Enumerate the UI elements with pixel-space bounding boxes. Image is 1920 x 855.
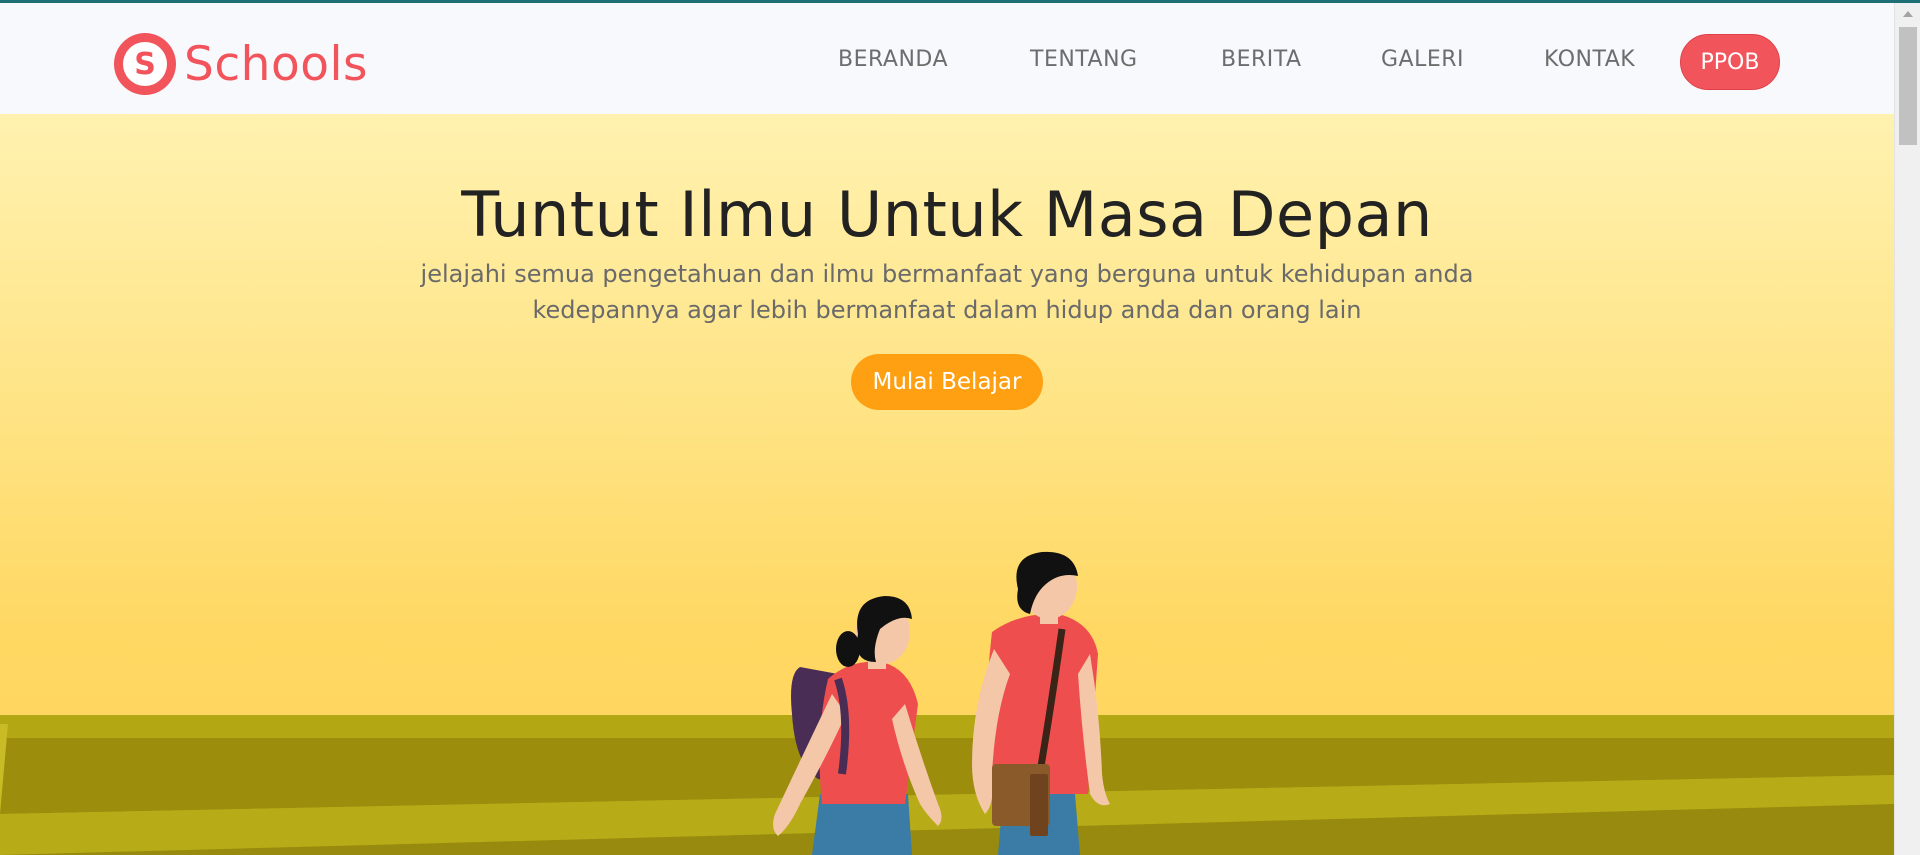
nav-link-kontak[interactable]: KONTAK — [1544, 47, 1635, 72]
vertical-scrollbar[interactable] — [1894, 3, 1920, 855]
hero-subtitle-line-2: kedepannya agar lebih bermanfaat dalam h… — [532, 296, 1362, 324]
nav-link-berita[interactable]: BERITA — [1221, 47, 1302, 72]
hero-subtitle: jelajahi semua pengetahuan dan ilmu berm… — [380, 256, 1514, 328]
scrollbar-thumb[interactable] — [1899, 27, 1917, 145]
nav-link-tentang[interactable]: TENTANG — [1030, 47, 1138, 72]
page: S Schools BERANDA TENTANG BERITA GALERI … — [0, 0, 1894, 855]
brand-name: Schools — [184, 36, 369, 92]
scroll-up-arrow-icon[interactable] — [1903, 11, 1913, 17]
start-learning-button[interactable]: Mulai Belajar — [851, 354, 1043, 410]
navbar: S Schools BERANDA TENTANG BERITA GALERI … — [0, 3, 1894, 114]
nav-link-galeri[interactable]: GALERI — [1381, 47, 1464, 72]
hero-subtitle-line-1: jelajahi semua pengetahuan dan ilmu berm… — [420, 260, 1474, 288]
hero-section: Tuntut Ilmu Untuk Masa Depan jelajahi se… — [0, 114, 1894, 855]
brand[interactable]: S Schools — [114, 33, 368, 95]
window-top-border — [0, 0, 1920, 3]
brand-logo-icon: S — [114, 33, 176, 95]
field-ground — [0, 715, 1894, 855]
hero-title: Tuntut Ilmu Untuk Masa Depan — [461, 178, 1433, 251]
brand-logo-letter: S — [123, 42, 167, 86]
nav-link-beranda[interactable]: BERANDA — [838, 47, 948, 72]
ppob-button[interactable]: PPOB — [1680, 34, 1780, 90]
